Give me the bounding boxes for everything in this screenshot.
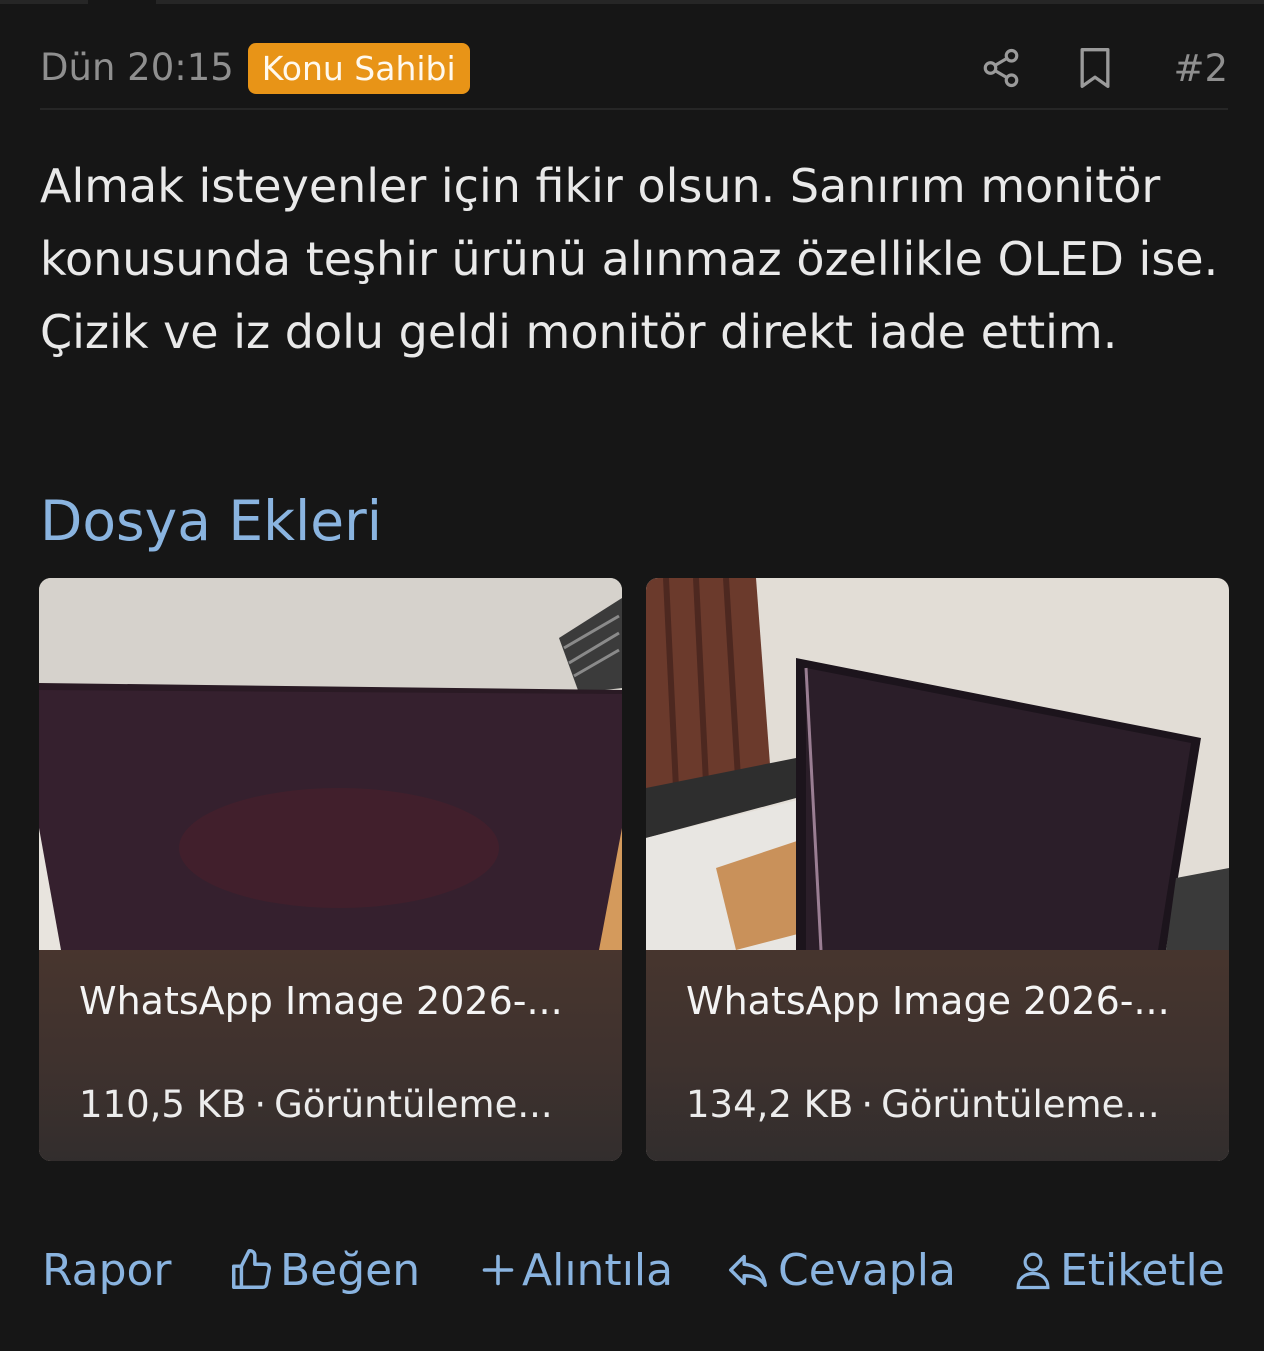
post-number[interactable]: #2: [1173, 47, 1228, 90]
header-divider: [40, 108, 1228, 110]
post-header-actions: #2: [977, 44, 1228, 92]
post-action-bar: Rapor Beğen Alıntıla Cevapla Etiketle: [40, 1240, 1228, 1300]
like-label: Beğen: [280, 1244, 421, 1296]
tag-label: Etiketle: [1060, 1244, 1225, 1296]
previous-post-border: [0, 0, 1264, 4]
attachment-filename[interactable]: WhatsApp Image 2026-...: [686, 976, 1206, 1026]
attachment-filename[interactable]: WhatsApp Image 2026-...: [79, 976, 599, 1026]
quote-button[interactable]: Alıntıla: [480, 1240, 673, 1300]
thumbs-up-icon: [228, 1247, 274, 1293]
reply-button[interactable]: Cevapla: [724, 1240, 956, 1300]
reply-label: Cevapla: [778, 1244, 956, 1296]
meta-separator: ·: [254, 1083, 267, 1126]
post-body: Almak isteyenler için fikir olsun. Sanır…: [40, 159, 1219, 359]
attachment-card[interactable]: WhatsApp Image 2026-... 110,5 KB · Görüntü…: [39, 578, 622, 1161]
forum-post: Dün 20:15 Konu Sahibi #2 Almak isteyenle…: [0, 0, 1264, 1351]
attachment-views: Görüntüleme...: [881, 1083, 1160, 1126]
attachment-meta: 110,5 KB · Görüntüleme...: [79, 1080, 604, 1130]
user-icon: [1012, 1248, 1054, 1292]
like-button[interactable]: Beğen: [228, 1240, 420, 1300]
attachment-views: Görüntüleme...: [274, 1083, 553, 1126]
quote-label: Alıntıla: [522, 1244, 674, 1296]
bookmark-icon[interactable]: [1071, 44, 1119, 92]
post-header: Dün 20:15 Konu Sahibi #2: [40, 40, 1228, 96]
report-label: Rapor: [42, 1244, 172, 1296]
reply-icon: [724, 1247, 772, 1293]
attachment-size: 134,2 KB: [686, 1083, 854, 1126]
attachments-title: Dosya Ekleri: [40, 489, 383, 553]
share-icon[interactable]: [977, 44, 1025, 92]
meta-separator: ·: [861, 1083, 874, 1126]
attachment-card[interactable]: WhatsApp Image 2026-... 134,2 KB · Görüntü…: [646, 578, 1229, 1161]
report-button[interactable]: Rapor: [42, 1240, 172, 1300]
attachment-meta: 134,2 KB · Görüntüleme...: [686, 1080, 1211, 1130]
attachment-size: 110,5 KB: [79, 1083, 247, 1126]
post-time[interactable]: Dün 20:15: [40, 40, 234, 96]
owner-badge: Konu Sahibi: [247, 42, 470, 94]
plus-icon: [480, 1252, 516, 1288]
tag-button[interactable]: Etiketle: [1012, 1240, 1225, 1300]
